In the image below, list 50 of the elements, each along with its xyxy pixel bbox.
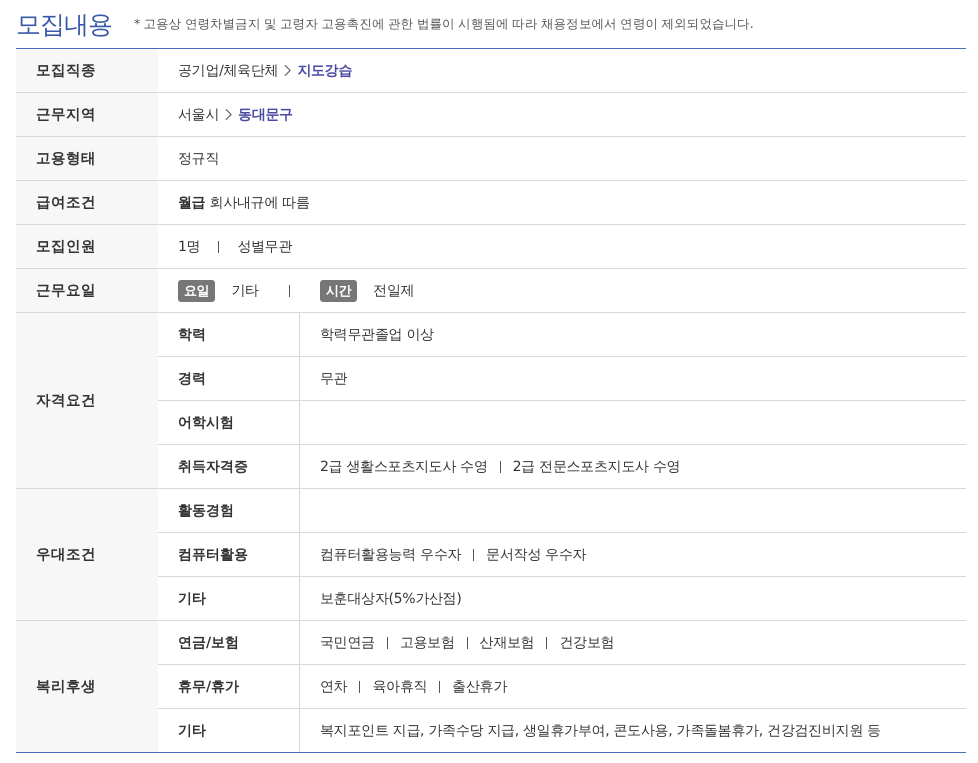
value-text: 성별무관 [237,238,292,256]
sub-label: 연금/보험 [158,621,300,664]
value-text: 육아휴직 [372,678,428,696]
value-text: 2급 전문스포츠지도사 수영 [512,458,680,476]
value-text: 전일제 [373,282,414,300]
value-text: 정규직 [178,150,220,168]
row-label: 급여조건 [16,181,158,224]
row-label: 근무지역 [16,93,158,136]
row-label: 모집인원 [16,225,158,268]
value-text: 기타 [231,282,259,300]
value-text: 출산휴가 [452,678,508,696]
tag-badge: 요일 [178,280,216,302]
sub-label: 활동경험 [158,489,300,532]
value-text: 국민연금 [320,634,375,652]
sub-label: 어학시험 [158,401,300,444]
value-text: 학력무관졸업 이상 [320,326,434,344]
row-label: 자격요건 [16,313,158,488]
value-text: 고용보험 [400,634,455,652]
sub-label: 학력 [158,313,300,356]
notice-text: * 고용상 연령차별금지 및 고령자 고용촉진에 관한 법률이 시행됨에 따라 채용정보에서 연령이 제외되었습니다. [134,16,754,32]
value-text: 문서작성 우수자 [486,546,586,564]
row-label: 우대조건 [16,489,158,620]
row-label: 고용형태 [16,137,158,180]
value-text: 무관 [320,370,348,388]
value-text: 연차 [320,678,348,696]
value-text: 서울시 [178,106,220,124]
value-text: 보훈대상자(5%가산점) [320,590,462,608]
row-label: 복리후생 [16,621,158,752]
value-text: 1명 [178,238,200,256]
sub-label: 기타 [158,577,300,620]
value-text: 공기업/체육단체 [178,62,278,80]
chevron-icon [284,64,292,77]
tag-badge: 시간 [320,280,358,302]
sub-label: 컴퓨터활용 [158,533,300,576]
value-text: 지도강습 [297,62,352,80]
chevron-icon [225,108,232,121]
sub-label: 기타 [158,709,300,752]
value-text: 산재보험 [480,634,534,652]
value-text: 동대문구 [238,106,293,124]
value-text: 복지포인트 지급, 가족수당 지급, 생일휴가부여, 콘도사용, 가족돌봄휴가, 건강검진비지원 등 [320,722,881,740]
value-text: 컴퓨터활용능력 우수자 [320,546,462,564]
row-label: 근무요일 [16,269,158,312]
row-label: 모집직종 [16,49,158,92]
value-text: 월급 회사내규에 따름 [178,194,310,212]
value-text: 건강보험 [559,634,614,652]
section-title: 모집내용 [16,8,112,40]
value-text: 2급 생활스포츠지도사 수영 [320,458,488,476]
sub-label: 경력 [158,357,300,400]
sub-label: 취득자격증 [158,445,300,488]
sub-label: 휴무/휴가 [158,665,300,708]
